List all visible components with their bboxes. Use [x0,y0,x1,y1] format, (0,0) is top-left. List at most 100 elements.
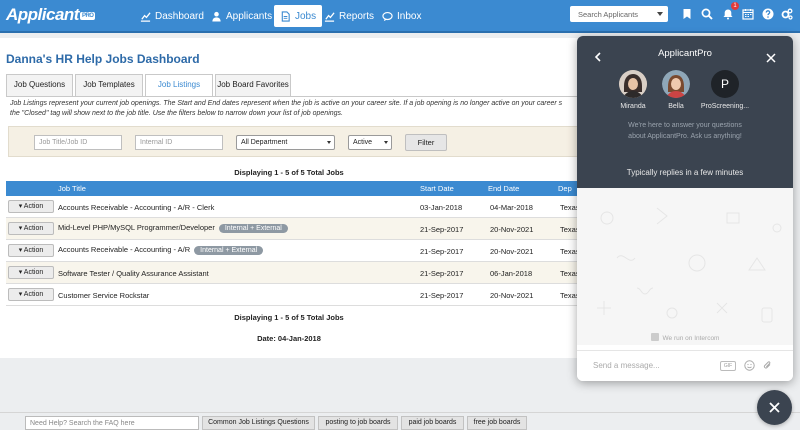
chat-widget: ApplicantPro Miranda Bella P ProScreenin… [577,36,793,381]
close-icon[interactable] [765,52,777,64]
chat-header: ApplicantPro Miranda Bella P ProScreenin… [577,36,793,188]
tab-job-board-favorites[interactable]: Job Board Favorites [215,74,291,96]
current-date: Date: 04-Jan-2018 [257,334,321,343]
top-navigation-bar: Applicant PRO Dashboard Applicants Jobs R… [0,0,800,33]
message-input[interactable]: Send a message... [593,361,660,370]
chart-icon [140,11,151,22]
end-date: 20-Nov-2021 [490,247,534,256]
notification-badge: 1 [731,2,739,10]
tab-job-listings[interactable]: Job Listings [145,74,213,97]
posting-type-badge: Internal + External [218,224,288,233]
chevron-down-icon [384,141,388,144]
nav-reports[interactable]: Reports [318,5,380,27]
bookmark-icon[interactable] [681,8,693,20]
filter-panel: Job Title/Job ID Internal ID All Departm… [8,126,578,157]
tab-divider [6,96,578,97]
doodle-pattern [597,207,782,323]
chat-composer: Send a message... GIF [577,350,793,381]
page-title: Danna's HR Help Jobs Dashboard [6,52,200,66]
action-dropdown-button[interactable]: ▾ Action [8,266,54,279]
end-date: 06-Jan-2018 [490,269,533,278]
displaying-count-bottom: Displaying 1 - 5 of 5 Total Jobs [234,313,344,322]
posting-job-boards-button[interactable]: posting to job boards [318,416,398,430]
col-department[interactable]: Dep [558,184,572,193]
agent-avatar-bella [662,70,690,98]
chat-conversation-area [577,188,793,345]
chat-intro-message: We're here to answer your questions abou… [628,122,742,140]
chart-icon [324,11,335,22]
start-date: 21-Sep-2017 [420,225,464,234]
listings-description: Job Listings represent your current job … [10,100,563,117]
help-icon[interactable] [762,8,774,20]
attachment-icon[interactable] [762,360,773,371]
job-title-link[interactable]: Customer Service Rockstar [58,291,149,300]
search-applicants-input[interactable]: Search Applicants [570,6,668,22]
table-row: ▾ Action Accounts Receivable - Accountin… [6,196,580,218]
job-title-cell: Mid-Level PHP/MySQL Programmer/Developer… [58,223,288,233]
end-date: 04-Mar-2018 [490,203,533,212]
search-icon[interactable] [701,8,713,20]
applicantpro-logo[interactable]: Applicant PRO [6,5,96,25]
document-icon [281,10,290,22]
table-row: ▾ Action Software Tester / Quality Assur… [6,262,580,284]
nav-applicants[interactable]: Applicants [205,5,278,27]
status-select[interactable]: Active [348,135,392,150]
col-end-date[interactable]: End Date [488,184,519,193]
nav-jobs[interactable]: Jobs [274,5,323,27]
filter-button[interactable]: Filter [405,134,447,151]
chat-icon [382,11,393,21]
chat-launcher-close-button[interactable] [757,390,792,425]
nav-dashboard[interactable]: Dashboard [134,5,210,27]
bell-icon[interactable] [722,8,734,20]
help-bar: Need Help? Search the FAQ here Common Jo… [0,412,800,430]
action-dropdown-button[interactable]: ▾ Action [8,244,54,257]
department-select[interactable]: All Department [236,135,335,150]
job-title-link[interactable]: Mid-Level PHP/MySQL Programmer/Developer [58,223,215,232]
col-start-date[interactable]: Start Date [420,184,454,193]
start-date: 21-Sep-2017 [420,269,464,278]
emoji-icon[interactable] [744,360,755,371]
chevron-down-icon[interactable] [657,12,663,16]
paid-job-boards-button[interactable]: paid job boards [401,416,464,430]
start-date: 21-Sep-2017 [420,291,464,300]
table-row: ▾ Action Mid-Level PHP/MySQL Programmer/… [6,218,580,240]
posting-type-badge: Internal + External [194,246,264,255]
tab-job-questions[interactable]: Job Questions [6,74,73,96]
internal-id-filter-input[interactable]: Internal ID [135,135,223,150]
start-date: 21-Sep-2017 [420,247,464,256]
settings-icon[interactable] [781,8,793,20]
close-icon [769,402,780,413]
reply-time-notice: Typically replies in a few minutes [626,168,744,177]
table-row: ▾ Action Customer Service Rockstar 21-Se… [6,284,580,306]
col-job-title[interactable]: Job Title [58,184,86,193]
gif-button[interactable]: GIF [720,361,736,371]
user-icon [212,11,221,22]
end-date: 20-Nov-2021 [490,225,534,234]
table-row: ▾ Action Accounts Receivable - Accountin… [6,240,580,262]
agent-avatar-miranda [619,70,647,98]
action-dropdown-button[interactable]: ▾ Action [8,200,54,213]
start-date: 03-Jan-2018 [420,203,463,212]
job-title-link[interactable]: Accounts Receivable - Accounting - A/R [58,245,190,254]
job-title-cell: Accounts Receivable - Accounting - A/R In… [58,245,264,255]
free-job-boards-button[interactable]: free job boards [467,416,527,430]
jobs-dashboard-panel: Danna's HR Help Jobs Dashboard Job Quest… [0,38,580,358]
action-dropdown-button[interactable]: ▾ Action [8,222,54,235]
agent-avatar-proscreening: P [711,70,739,98]
job-title-filter-input[interactable]: Job Title/Job ID [34,135,122,150]
intercom-credit[interactable]: We run on Intercom [577,333,793,342]
job-title-link[interactable]: Software Tester / Quality Assurance Assi… [58,269,209,278]
chat-title: ApplicantPro [658,48,712,59]
end-date: 20-Nov-2021 [490,291,534,300]
faq-search-input[interactable]: Need Help? Search the FAQ here [25,416,199,430]
nav-inbox[interactable]: Inbox [376,5,427,27]
job-title-link[interactable]: Accounts Receivable - Accounting - A/R -… [58,203,214,212]
displaying-count-top: Displaying 1 - 5 of 5 Total Jobs [234,168,344,177]
chevron-down-icon [327,141,331,144]
action-dropdown-button[interactable]: ▾ Action [8,288,54,301]
intercom-logo-icon [650,333,659,341]
common-questions-button[interactable]: Common Job Listings Questions [202,416,315,430]
table-header: Job Title Start Date End Date Dep [6,181,578,196]
tab-job-templates[interactable]: Job Templates [75,74,143,96]
calendar-icon[interactable] [742,8,754,20]
